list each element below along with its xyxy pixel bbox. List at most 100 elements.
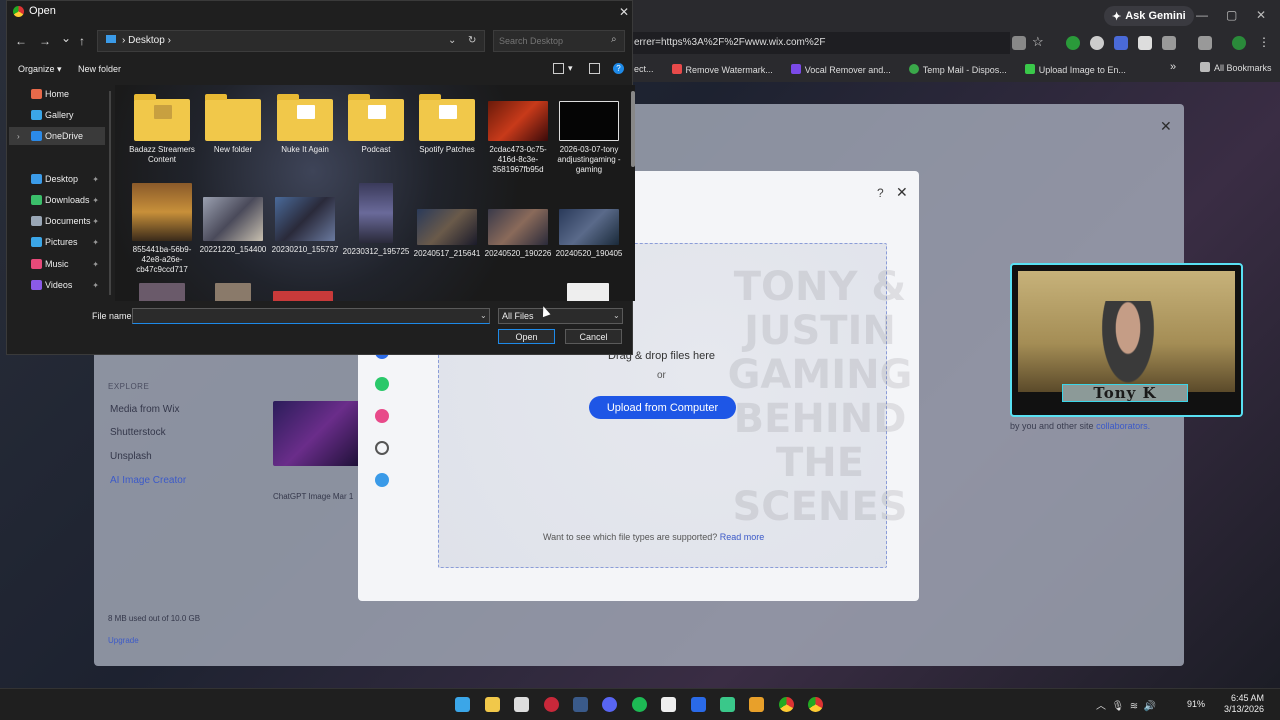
media-from-wix-link[interactable]: Media from Wix xyxy=(110,404,179,415)
breadcrumb-desktop[interactable]: Desktop xyxy=(128,35,165,46)
sidebar-item-desktop[interactable]: Desktop ✦ xyxy=(9,170,105,188)
media-thumbnail[interactable] xyxy=(273,401,361,466)
close-icon[interactable]: ✕ xyxy=(896,184,908,201)
bookmarks-overflow-icon[interactable]: » xyxy=(1170,61,1176,73)
sidebar-item-documents[interactable]: Documents ✦ xyxy=(9,212,105,230)
breadcrumb[interactable]: › Desktop › ⌄ ↻ xyxy=(97,30,485,52)
file-type-select[interactable]: All Files xyxy=(498,308,623,324)
shield-icon[interactable] xyxy=(1138,36,1152,50)
app-icon[interactable] xyxy=(720,697,735,712)
steam-icon[interactable] xyxy=(573,697,588,712)
image-thumbnail[interactable] xyxy=(273,291,333,301)
help-icon[interactable]: ? xyxy=(877,186,884,200)
extension-icon[interactable] xyxy=(1114,36,1128,50)
sidebar-item-gallery[interactable]: Gallery xyxy=(9,106,105,124)
preview-pane-icon[interactable] xyxy=(589,63,600,74)
chevron-down-icon[interactable]: ⌄ xyxy=(448,31,456,51)
file-list-scrollbar[interactable] xyxy=(631,91,635,167)
open-button[interactable]: Open xyxy=(498,329,555,344)
maximize-icon[interactable]: ▢ xyxy=(1226,8,1237,22)
chevron-down-icon[interactable]: ⌄ xyxy=(613,311,620,320)
file-item[interactable]: 2cdac473-0c75-416d-8c3e-3581967fb95d xyxy=(483,93,553,175)
store-icon[interactable] xyxy=(514,697,529,712)
expand-chevron-icon[interactable]: › xyxy=(17,132,20,141)
vimeo-icon[interactable] xyxy=(375,473,389,487)
recent-locations-icon[interactable]: ⌄ xyxy=(61,31,71,45)
app-icon[interactable] xyxy=(749,697,764,712)
bookmark-item[interactable]: ect... xyxy=(634,64,654,74)
unsplash-link[interactable]: Unsplash xyxy=(110,451,152,462)
file-name-input[interactable] xyxy=(132,308,490,324)
tray-icons[interactable]: ︿ 🎙 ≋ 🔊 xyxy=(1096,697,1156,712)
profile-avatar[interactable] xyxy=(1232,36,1246,50)
file-item[interactable]: 2026-03-07-tony andjustingaming -gaming xyxy=(554,93,624,175)
close-icon[interactable]: ✕ xyxy=(619,5,629,19)
address-bar[interactable]: errer=https%3A%2F%2Fwww.wix.com%2F xyxy=(630,32,1010,54)
file-item[interactable]: Badazz Streamers Content xyxy=(127,93,197,165)
close-icon[interactable]: ✕ xyxy=(1160,118,1172,135)
sidebar-item-videos[interactable]: Videos ✦ xyxy=(9,276,105,294)
sidepanel-icon[interactable] xyxy=(1012,36,1026,50)
extension-icon[interactable] xyxy=(1090,36,1104,50)
sidebar-scrollbar[interactable] xyxy=(109,91,111,295)
google-drive-icon[interactable] xyxy=(375,377,389,391)
file-item[interactable]: New folder xyxy=(198,93,268,155)
system-clock[interactable]: 6:45 AM 3/13/2026 xyxy=(1210,693,1264,715)
tab-search-icon[interactable] xyxy=(1198,36,1212,50)
spotify-icon[interactable] xyxy=(632,697,647,712)
up-arrow-icon[interactable]: ↑ xyxy=(79,34,85,48)
new-folder-button[interactable]: New folder xyxy=(78,64,121,74)
read-more-link[interactable]: Read more xyxy=(720,532,765,542)
cancel-button[interactable]: Cancel xyxy=(565,329,622,344)
ai-image-creator-link[interactable]: AI Image Creator xyxy=(110,475,186,486)
file-item[interactable]: 20230210_155737 xyxy=(270,183,340,255)
dribbble-icon[interactable] xyxy=(375,409,389,423)
file-explorer-icon[interactable] xyxy=(485,697,500,712)
image-thumbnail[interactable] xyxy=(215,283,251,301)
window-close-icon[interactable]: ✕ xyxy=(1256,8,1266,22)
file-item[interactable]: 20230312_195725 xyxy=(341,183,411,257)
sidebar-item-home[interactable]: Home xyxy=(9,85,105,103)
sidebar-item-pictures[interactable]: Pictures ✦ xyxy=(9,233,105,251)
forward-arrow-icon[interactable]: → xyxy=(39,34,51,48)
file-item[interactable]: 20240520_190405 xyxy=(554,183,624,259)
file-item[interactable]: 20240517_215641 xyxy=(412,183,482,259)
view-options-icon[interactable] xyxy=(553,63,564,74)
file-item[interactable]: Spotify Patches xyxy=(412,93,482,155)
discord-icon[interactable] xyxy=(602,697,617,712)
app-icon[interactable] xyxy=(544,697,559,712)
help-icon[interactable]: ? xyxy=(613,63,624,74)
extension-icon[interactable] xyxy=(1066,36,1080,50)
sidebar-item-onedrive[interactable]: › OneDrive xyxy=(9,127,105,145)
shutterstock-link[interactable]: Shutterstock xyxy=(110,427,166,438)
chevron-down-icon[interactable]: ⌄ xyxy=(480,311,487,320)
all-bookmarks[interactable]: All Bookmarks xyxy=(1200,62,1272,73)
collaborators-link[interactable]: collaborators. xyxy=(1096,421,1150,431)
chevron-down-icon[interactable]: ▾ xyxy=(568,63,573,74)
search-input[interactable] xyxy=(493,30,625,52)
battery-level[interactable]: 91% xyxy=(1187,699,1205,709)
file-item[interactable]: Podcast xyxy=(341,93,411,155)
file-item[interactable]: 20240520_190226 xyxy=(483,183,553,259)
file-item[interactable]: 20221220_154400 xyxy=(198,183,268,255)
image-thumbnail[interactable] xyxy=(139,283,185,301)
file-item[interactable]: 855441ba-56b9-42e8-a26e-cb47c9ccd717 xyxy=(127,183,197,275)
app-icon[interactable] xyxy=(691,697,706,712)
more-menu-icon[interactable]: ⋮ xyxy=(1258,35,1270,49)
refresh-icon[interactable]: ↻ xyxy=(468,31,476,51)
back-arrow-icon[interactable]: ← xyxy=(15,34,27,48)
file-item[interactable]: Nuke It Again xyxy=(270,93,340,155)
chrome-icon[interactable] xyxy=(779,697,794,712)
organize-menu[interactable]: Organize ▾ xyxy=(18,64,62,75)
app-icon[interactable] xyxy=(661,697,676,712)
bookmark-item[interactable]: Remove Watermark... xyxy=(671,63,773,75)
image-thumbnail[interactable] xyxy=(567,283,609,301)
bookmark-item[interactable]: Temp Mail - Dispos... xyxy=(908,63,1007,75)
ask-gemini-button[interactable]: ✦ Ask Gemini xyxy=(1104,6,1194,26)
start-icon[interactable] xyxy=(455,697,470,712)
upgrade-link[interactable]: Upgrade xyxy=(108,636,139,645)
puzzle-icon[interactable] xyxy=(1162,36,1176,50)
sidebar-item-downloads[interactable]: Downloads ✦ xyxy=(9,191,105,209)
sidebar-item-music[interactable]: Music ✦ xyxy=(9,255,105,273)
bookmark-star-icon[interactable]: ☆ xyxy=(1032,34,1044,50)
